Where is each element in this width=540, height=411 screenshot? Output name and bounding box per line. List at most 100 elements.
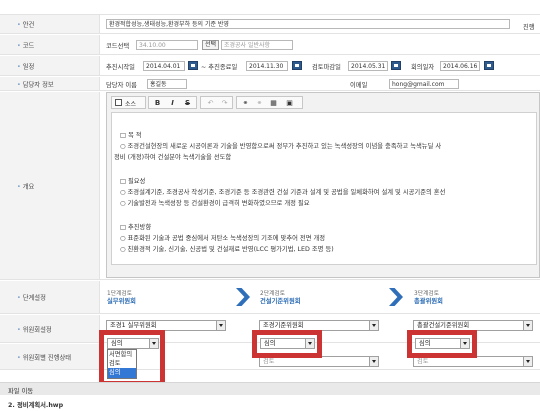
undo-redo-group: ↶ ↷ — [200, 96, 233, 109]
end-calendar-icon[interactable] — [292, 61, 302, 70]
end-date-input[interactable]: 2014.11.30 — [246, 61, 288, 71]
source-button[interactable]: 소스 — [111, 96, 146, 109]
status-select-1-value: 심의 — [111, 340, 123, 347]
schedule-label-cell: 일정 — [0, 56, 100, 75]
code-select-input[interactable]: 34.10.00 — [136, 40, 198, 50]
stage-arrow-2-icon — [389, 288, 403, 306]
unlink-icon[interactable]: ⚭ — [254, 98, 265, 108]
committee-label-cell: 위원회설정 — [0, 315, 100, 342]
redo-icon[interactable]: ↷ — [219, 98, 230, 108]
status-select-1[interactable]: 심의 — [107, 338, 159, 349]
summary-row: 개요 소스 B I S ↶ ↷ ⚭ ⚭ ▦ ▣ □ 목 적 ○ 조경건설현장의 … — [0, 92, 540, 280]
editor-content[interactable]: □ 목 적 ○ 조경건설현장의 새로운 시공이론과 기술을 반영함으로써 정부가… — [111, 112, 537, 265]
rich-text-editor: 소스 B I S ↶ ↷ ⚭ ⚭ ▦ ▣ □ 목 적 ○ 조경건설현장의 새로운… — [106, 92, 540, 278]
schedule-label: 일정 — [17, 61, 35, 70]
committee-label: 위원회설정 — [17, 324, 52, 333]
table-icon[interactable]: ▦ — [268, 98, 279, 108]
manager-name-input[interactable]: 홍길동 — [147, 79, 187, 89]
case-label: 안건 — [17, 20, 35, 29]
chevron-down-icon — [369, 321, 378, 330]
end-date-label: ~ 추진종료일 — [201, 64, 238, 71]
status-row-value-2: 검토 — [263, 358, 275, 365]
code-label: 코드 — [17, 40, 35, 49]
stage-label-cell: 단계설정 — [0, 281, 100, 313]
status-select-3[interactable]: 심의 — [415, 338, 470, 349]
dropdown-option-written[interactable]: 서면합의 — [108, 350, 136, 359]
file-name-link[interactable]: 2. 정비계획서.hwp — [8, 400, 63, 409]
committee-select-2-value: 조경기준위원회 — [263, 322, 304, 329]
bold-button[interactable]: B — [152, 98, 163, 108]
direction-heading: □ 추진방향 — [120, 224, 152, 231]
status-select-2[interactable]: 심의 — [260, 338, 315, 349]
stage-2-name: 건설기준위원회 — [260, 298, 301, 305]
review-calendar-icon[interactable] — [391, 61, 401, 70]
start-date-input[interactable]: 2014.04.01 — [143, 61, 185, 71]
direction-line-1: ○ 표준화된 기술과 공법 중심에서 저탄소 녹색성장의 기조에 맞추어 전면 … — [120, 235, 326, 242]
need-heading: □ 필요성 — [120, 178, 146, 185]
manager-label: 담당자 정보 — [17, 79, 54, 88]
purpose-heading: □ 목 적 — [120, 132, 142, 139]
source-icon — [115, 99, 122, 106]
source-label: 소스 — [125, 101, 137, 108]
code-select-label: 코드선택 — [106, 43, 130, 50]
code-select-button[interactable]: 선택 — [202, 40, 220, 50]
meeting-calendar-icon[interactable] — [484, 61, 494, 70]
case-input[interactable]: 환경적합성능,생태성능,환경부하 등의 기준 반영 — [106, 19, 510, 29]
review-deadline-label: 검토마감일 — [312, 64, 341, 71]
meeting-date-label: 회의일자 — [411, 64, 435, 71]
dropdown-option-deliberation[interactable]: 심의 — [108, 368, 136, 378]
code-label-cell: 코드 — [0, 35, 100, 54]
email-input[interactable]: hong@gmail.com — [389, 79, 459, 89]
review-deadline-input[interactable]: 2014.05.31 — [348, 61, 388, 71]
chevron-down-icon — [523, 321, 532, 330]
summary-label-cell: 개요 — [0, 92, 100, 279]
need-line-2: ○ 기술발전과 녹색성장 등 건설환경이 급격히 변화하였으므로 개정 필요 — [120, 200, 310, 207]
status-label: 위원회별 진행상태 — [17, 352, 71, 361]
chevron-down-icon — [305, 339, 314, 348]
dropdown-option-review[interactable]: 검토 — [108, 359, 136, 368]
email-label: 이메일 — [350, 82, 368, 89]
stage-arrow-1-icon — [236, 288, 250, 306]
start-calendar-icon[interactable] — [188, 61, 198, 70]
strike-button[interactable]: S — [182, 98, 193, 108]
file-move-label: 파일 이동 — [8, 388, 34, 395]
status-label-cell: 위원회별 진행상태 — [0, 344, 100, 369]
need-line-1: ○ 조경설계기준, 조경공사 작성기준, 조경기준 등 조경관련 건설 기준과 … — [120, 189, 446, 196]
stage-row: 단계설정 1단계검토 실무위원회 2단계검토 건설기준위원회 3단계검토 총괄위… — [0, 281, 540, 314]
meeting-date-input[interactable]: 2014.06.16 — [440, 61, 480, 71]
chevron-down-icon — [523, 357, 532, 366]
committee-select-3-value: 총괄건설기준위원회 — [417, 322, 470, 329]
stage-3-name: 총괄위원회 — [414, 298, 443, 305]
purpose-line-1: ○ 조경건설현장의 새로운 시공이론과 기술을 반영함으로써 정부가 추진하고 … — [120, 143, 442, 150]
status-dropdown-list: 서면합의 검토 심의 — [107, 349, 137, 379]
chevron-down-icon — [149, 339, 158, 348]
direction-line-2: ○ 친환경적 기술, 신기술, 신공법 및 건설재료 반영(LCC 평가기법, … — [120, 246, 334, 253]
schedule-row: 일정 추진시작일 2014.04.01 ~ 추진종료일 2014.11.30 검… — [0, 56, 540, 76]
start-date-label: 추진시작일 — [106, 64, 135, 71]
case-label-cell: 안건 — [0, 15, 100, 33]
link-icon[interactable]: ⚭ — [240, 98, 251, 108]
status-row-value-3: 검토 — [417, 358, 429, 365]
file-move-bar: 파일 이동 — [0, 382, 540, 395]
summary-label: 개요 — [17, 181, 35, 190]
manager-label-cell: 담당자 정보 — [0, 77, 100, 90]
chevron-down-icon — [369, 357, 378, 366]
chevron-down-icon — [216, 321, 225, 330]
purpose-line-2: 정비 (개정)하여 건설분야 녹색기술을 선도함 — [114, 154, 232, 161]
status-select-3-value: 심의 — [419, 340, 431, 347]
italic-button[interactable]: I — [167, 98, 178, 108]
code-row: 코드 코드선택 34.10.00 선택 조경공사 일반사항 — [0, 35, 540, 55]
stage-label: 단계설정 — [17, 293, 46, 302]
undo-icon[interactable]: ↶ — [205, 98, 216, 108]
manager-name-label: 담당자 이름 — [106, 82, 137, 89]
stage-1-name: 실무위원회 — [107, 298, 136, 305]
status-select-2-value: 심의 — [264, 340, 276, 347]
chevron-down-icon — [460, 339, 469, 348]
insert-group: ⚭ ⚭ ▦ ▣ — [236, 96, 303, 109]
case-row: 안건 환경적합성능,생태성능,환경부하 등의 기준 반영 진행 — [0, 14, 540, 34]
committee-select-1-value: 조경1 실무위원회 — [110, 322, 157, 329]
format-group: B I S — [148, 96, 197, 109]
code-name-input[interactable]: 조경공사 일반사항 — [221, 40, 293, 50]
manager-row: 담당자 정보 담당자 이름 홍길동 이메일 hong@gmail.com — [0, 77, 540, 91]
image-icon[interactable]: ▣ — [284, 98, 295, 108]
